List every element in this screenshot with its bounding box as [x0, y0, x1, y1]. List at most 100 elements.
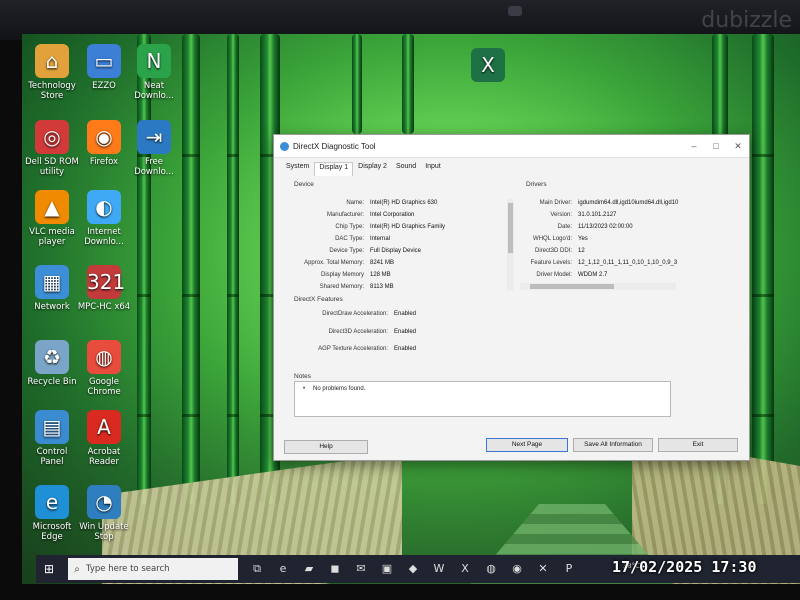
info-value: Yes [578, 236, 588, 242]
desktop-shortcut-label: Acrobat Reader [87, 447, 121, 467]
close-icon[interactable]: ✕ [727, 141, 749, 152]
info-row: Display Memory 128 MB [284, 272, 391, 278]
tab-input[interactable]: Input [421, 162, 445, 176]
desktop-shortcut[interactable]: ◔ Win Update Stop [76, 485, 132, 542]
desktop-shortcut-label: Free Downlo... [134, 157, 174, 177]
info-key: Direct3D DDI: [534, 248, 572, 254]
dxdiag-icon[interactable]: ✕ [530, 555, 556, 583]
desktop-shortcut[interactable]: 321 MPC-HC x64 [76, 265, 132, 312]
desktop-shortcut[interactable]: ▲ VLC media player [24, 190, 80, 247]
scroll-thumb[interactable] [530, 284, 614, 289]
desktop-shortcut-label: Dell SD ROM utility [25, 157, 79, 177]
dell-sd-rom-icon: ◎ [35, 120, 69, 154]
desktop-shortcut[interactable]: ♻ Recycle Bin [24, 340, 80, 387]
info-row: Manufacturer: Intel Corporation [284, 212, 414, 218]
recycle-bin-icon: ♻ [35, 340, 69, 374]
info-value: 128 MB [370, 272, 391, 278]
minimize-icon[interactable]: – [683, 141, 705, 151]
desktop-shortcut[interactable]: ◐ Internet Downlo... [76, 190, 132, 247]
task-view-icon[interactable]: ⧉ [244, 555, 270, 583]
info-value: 12_1,12_0,11_1,11_0,10_1,10_0,9_3 [578, 260, 678, 266]
desktop-shortcut-label: MPC-HC x64 [77, 302, 131, 312]
desktop-shortcut[interactable]: ▭ EZZO [76, 44, 132, 91]
info-value: Intel(R) HD Graphics Family [370, 224, 446, 230]
taskbar-apps: ⧉ e ▰ ◼ ✉ ▣ ◆ W X ◍ ◉ ✕ P [244, 555, 582, 583]
desktop-shortcut-label: Recycle Bin [27, 377, 77, 387]
help-button[interactable]: Help [284, 440, 368, 454]
firefox-taskbar-icon[interactable]: ◉ [504, 555, 530, 583]
maximize-icon[interactable]: □ [705, 141, 727, 151]
info-key: Name: [346, 200, 364, 206]
desktop-shortcut[interactable]: N Neat Downlo... [126, 44, 182, 101]
desktop-shortcut-label: Microsoft Edge [32, 522, 72, 542]
tab-sound[interactable]: Sound [392, 162, 420, 176]
file-explorer-icon[interactable]: ▰ [296, 555, 322, 583]
desktop-shortcut[interactable]: ◎ Dell SD ROM utility [24, 120, 80, 177]
desktop-shortcut-label: EZZO [92, 81, 116, 91]
firefox-icon: ◉ [87, 120, 121, 154]
info-key: Display Memory [320, 272, 364, 278]
directx-dialog: DirectX Diagnostic Tool – □ ✕ System Dis… [273, 134, 750, 461]
word-icon[interactable]: W [426, 555, 452, 583]
acrobat-icon: A [87, 410, 121, 444]
bamboo-stalk [402, 34, 414, 157]
notes-box: • No problems found. [294, 381, 671, 417]
chrome-taskbar-icon[interactable]: ◍ [478, 555, 504, 583]
edge-icon: e [35, 485, 69, 519]
save-all-information-button[interactable]: Save All Information [573, 438, 653, 452]
app-icon[interactable]: ◆ [400, 555, 426, 583]
desktop-shortcut[interactable]: ◍ Google Chrome [76, 340, 132, 397]
info-key: DAC Type: [335, 236, 364, 242]
bamboo-stalk [182, 34, 200, 504]
tab-display-1[interactable]: Display 1 [314, 162, 354, 176]
watermark: dubizzle [701, 8, 792, 33]
info-value: Enabled [394, 346, 417, 352]
drivers-scrollbar[interactable] [520, 283, 676, 290]
info-key: Device Type: [329, 248, 364, 254]
info-row: Direct3D DDI: 12 [496, 248, 585, 254]
desktop-shortcut[interactable]: A Acrobat Reader [76, 410, 132, 467]
excel-icon[interactable]: X [452, 555, 478, 583]
next-page-button[interactable]: Next Page [486, 438, 568, 452]
info-key: WHQL Logo'd: [533, 236, 572, 242]
win-update-stop-icon: ◔ [87, 485, 121, 519]
tab-system[interactable]: System [282, 162, 313, 176]
info-key: Version: [550, 212, 572, 218]
desktop-shortcut[interactable]: ⌂ Technology Store [24, 44, 80, 101]
desktop-shortcut[interactable]: ◉ Firefox [76, 120, 132, 167]
info-value: 8113 MB [370, 284, 394, 290]
desktop-file-excel[interactable]: X [460, 48, 516, 85]
store-icon[interactable]: ◼ [322, 555, 348, 583]
desktop-shortcut[interactable]: ▤ Control Panel [24, 410, 80, 467]
dxdiag-app-icon [280, 141, 289, 151]
photo-timestamp: 17/02/2025 17:30 [612, 558, 757, 576]
info-value: Intel Corporation [370, 212, 415, 218]
info-key: AGP Texture Acceleration: [318, 346, 388, 352]
desktop-shortcut[interactable]: ⇥ Free Downlo... [126, 120, 182, 177]
tab-display-2[interactable]: Display 2 [354, 162, 391, 176]
excel-file-icon: X [471, 48, 505, 82]
info-key: Approx. Total Memory: [304, 260, 364, 266]
photos-icon[interactable]: ▣ [374, 555, 400, 583]
edge-taskbar-icon[interactable]: e [270, 555, 296, 583]
vlc-icon: ▲ [35, 190, 69, 224]
info-row: Chip Type: Intel(R) HD Graphics Family [284, 224, 445, 230]
desktop-shortcut-label: Google Chrome [87, 377, 121, 397]
mail-icon[interactable]: ✉ [348, 555, 374, 583]
desktop-shortcut[interactable]: ▦ Network [24, 265, 80, 312]
windows-start-icon[interactable]: ⊞ [36, 555, 62, 583]
taskbar-search-box[interactable]: ⌕ Type here to search [68, 558, 238, 580]
desktop-shortcut[interactable]: e Microsoft Edge [24, 485, 80, 542]
info-key: DirectDraw Acceleration: [322, 311, 388, 317]
info-row: Date: 11/13/2023 02:00:00 [496, 224, 633, 230]
info-value: 12 [578, 248, 585, 254]
exit-button[interactable]: Exit [658, 438, 738, 452]
desktop-shortcut-label: Internet Downlo... [84, 227, 124, 247]
powerpoint-icon[interactable]: P [556, 555, 582, 583]
dialog-title-bar[interactable]: DirectX Diagnostic Tool – □ ✕ [274, 135, 749, 158]
notes-text: No problems found. [313, 386, 366, 392]
info-value: Enabled [394, 328, 417, 335]
info-value: Internal [370, 236, 391, 242]
desktop-shortcut-label: Neat Downlo... [134, 81, 174, 101]
internet-download-icon: ◐ [87, 190, 121, 224]
